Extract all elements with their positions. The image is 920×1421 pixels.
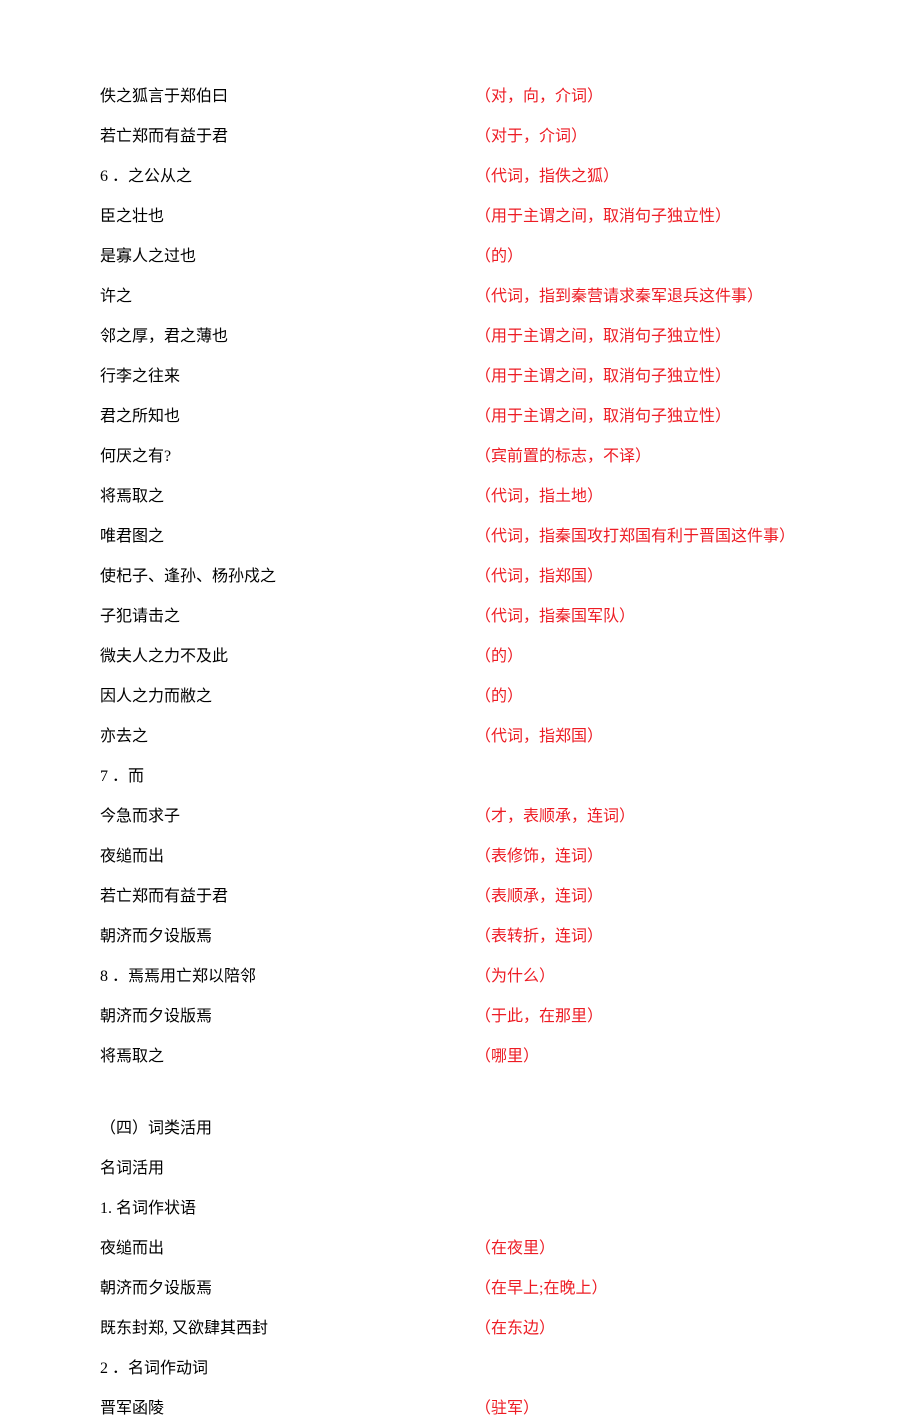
text-row: 君之所知也（用于主谓之间，取消句子独立性） — [100, 405, 820, 429]
source-text: 若亡郑而有益于君 — [100, 885, 475, 909]
item-heading-label: 2 ．名词作动词 — [100, 1357, 475, 1381]
source-text: 行李之往来 — [100, 365, 475, 389]
source-text: 朝济而夕设版焉 — [100, 1277, 475, 1301]
text-row: 行李之往来（用于主谓之间，取消句子独立性） — [100, 365, 820, 389]
source-text: 将焉取之 — [100, 1045, 475, 1069]
source-text: 若亡郑而有益于君 — [100, 125, 475, 149]
text-row: 晋军函陵（驻军） — [100, 1397, 820, 1421]
annotation-text: （对于，介词） — [475, 125, 587, 149]
section-heading: （四）词类活用 — [100, 1117, 820, 1141]
item-heading: 1. 名词作状语 — [100, 1197, 820, 1221]
annotation-text: （的） — [475, 245, 523, 269]
text-row: 6 ．之公从之（代词，指佚之狐） — [100, 165, 820, 189]
annotation-text: （对，向，介词） — [475, 85, 603, 109]
source-text: 将焉取之 — [100, 485, 475, 509]
source-text: 子犯请击之 — [100, 605, 475, 629]
text-row: 唯君图之（代词，指秦国攻打郑国有利于晋国这件事） — [100, 525, 820, 549]
annotation-text: （在东边） — [475, 1317, 555, 1341]
text-row: 7 ．而 — [100, 765, 820, 789]
text-row: 臣之壮也（用于主谓之间，取消句子独立性） — [100, 205, 820, 229]
annotation-text: （代词，指佚之狐） — [475, 165, 619, 189]
section-heading-label: （四）词类活用 — [100, 1117, 475, 1141]
annotation-text: （代词，指郑国） — [475, 565, 603, 589]
text-row: 将焉取之（代词，指土地） — [100, 485, 820, 509]
text-row: 8 ．焉焉用亡郑以陪邻（为什么） — [100, 965, 820, 989]
source-text: 夜缒而出 — [100, 845, 475, 869]
annotation-text: （在夜里） — [475, 1237, 555, 1261]
source-text: 6 ．之公从之 — [100, 165, 475, 189]
source-text: 许之 — [100, 285, 475, 309]
annotation-text: （代词，指到秦营请求秦军退兵这件事） — [475, 285, 763, 309]
annotation-text: （为什么） — [475, 965, 555, 989]
source-text: 是寡人之过也 — [100, 245, 475, 269]
text-row: 若亡郑而有益于君（表顺承，连词） — [100, 885, 820, 909]
annotation-text: （代词，指土地） — [475, 485, 603, 509]
text-row: 今急而求子（才，表顺承，连词） — [100, 805, 820, 829]
annotation-text: （才，表顺承，连词） — [475, 805, 635, 829]
annotation-text: （代词，指秦国攻打郑国有利于晋国这件事） — [475, 525, 795, 549]
annotation-text: （驻军） — [475, 1397, 539, 1421]
text-row: 朝济而夕设版焉（表转折，连词） — [100, 925, 820, 949]
annotation-text: （表修饰，连词） — [475, 845, 603, 869]
source-text: 晋军函陵 — [100, 1397, 475, 1421]
source-text: 因人之力而敝之 — [100, 685, 475, 709]
source-text: 使杞子、逢孙、杨孙戍之 — [100, 565, 475, 589]
annotation-text: （用于主谓之间，取消句子独立性） — [475, 325, 731, 349]
text-row: 许之（代词，指到秦营请求秦军退兵这件事） — [100, 285, 820, 309]
annotation-text: （用于主谓之间，取消句子独立性） — [475, 405, 731, 429]
annotation-text: （的） — [475, 685, 523, 709]
text-row: 子犯请击之（代词，指秦国军队） — [100, 605, 820, 629]
section-gap — [100, 1085, 820, 1117]
text-row: 微夫人之力不及此（的） — [100, 645, 820, 669]
item-heading: 2 ．名词作动词 — [100, 1357, 820, 1381]
annotation-text: （表转折，连词） — [475, 925, 603, 949]
text-row: 亦去之（代词，指郑国） — [100, 725, 820, 749]
text-row: 夜缒而出（在夜里） — [100, 1237, 820, 1261]
subsection-heading: 名词活用 — [100, 1157, 820, 1181]
source-text: 君之所知也 — [100, 405, 475, 429]
source-text: 唯君图之 — [100, 525, 475, 549]
annotation-text: （用于主谓之间，取消句子独立性） — [475, 205, 731, 229]
annotation-text: （宾前置的标志，不译） — [475, 445, 651, 469]
source-text: 夜缒而出 — [100, 1237, 475, 1261]
annotation-text: （哪里） — [475, 1045, 539, 1069]
text-row: 若亡郑而有益于君（对于，介词） — [100, 125, 820, 149]
text-row: 是寡人之过也（的） — [100, 245, 820, 269]
annotation-text: （的） — [475, 645, 523, 669]
annotation-text: （代词，指郑国） — [475, 725, 603, 749]
annotation-text: （代词，指秦国军队） — [475, 605, 635, 629]
annotation-text: （表顺承，连词） — [475, 885, 603, 909]
source-text: 佚之狐言于郑伯曰 — [100, 85, 475, 109]
text-row: 朝济而夕设版焉（在早上;在晚上） — [100, 1277, 820, 1301]
text-row: 朝济而夕设版焉（于此，在那里） — [100, 1005, 820, 1029]
annotation-text: （在早上;在晚上） — [475, 1277, 607, 1301]
text-row: 既东封郑, 又欲肆其西封（在东边） — [100, 1317, 820, 1341]
text-row: 佚之狐言于郑伯曰（对，向，介词） — [100, 85, 820, 109]
annotation-text: （用于主谓之间，取消句子独立性） — [475, 365, 731, 389]
text-row: 使杞子、逢孙、杨孙戍之（代词，指郑国） — [100, 565, 820, 589]
item-heading-label: 1. 名词作状语 — [100, 1197, 475, 1221]
text-row: 夜缒而出（表修饰，连词） — [100, 845, 820, 869]
text-row: 将焉取之（哪里） — [100, 1045, 820, 1069]
annotation-text: （于此，在那里） — [475, 1005, 603, 1029]
source-text: 臣之壮也 — [100, 205, 475, 229]
source-text: 朝济而夕设版焉 — [100, 925, 475, 949]
source-text: 亦去之 — [100, 725, 475, 749]
source-text: 朝济而夕设版焉 — [100, 1005, 475, 1029]
text-row: 因人之力而敝之（的） — [100, 685, 820, 709]
source-text: 何厌之有? — [100, 445, 475, 469]
subsection-heading-label: 名词活用 — [100, 1157, 475, 1181]
source-text: 7 ．而 — [100, 765, 475, 789]
source-text: 今急而求子 — [100, 805, 475, 829]
source-text: 8 ．焉焉用亡郑以陪邻 — [100, 965, 475, 989]
source-text: 微夫人之力不及此 — [100, 645, 475, 669]
text-row: 邻之厚，君之薄也（用于主谓之间，取消句子独立性） — [100, 325, 820, 349]
text-row: 何厌之有?（宾前置的标志，不译） — [100, 445, 820, 469]
document-content: 佚之狐言于郑伯曰（对，向，介词）若亡郑而有益于君（对于，介词）6 ．之公从之（代… — [100, 85, 820, 1421]
source-text: 邻之厚，君之薄也 — [100, 325, 475, 349]
source-text: 既东封郑, 又欲肆其西封 — [100, 1317, 475, 1341]
